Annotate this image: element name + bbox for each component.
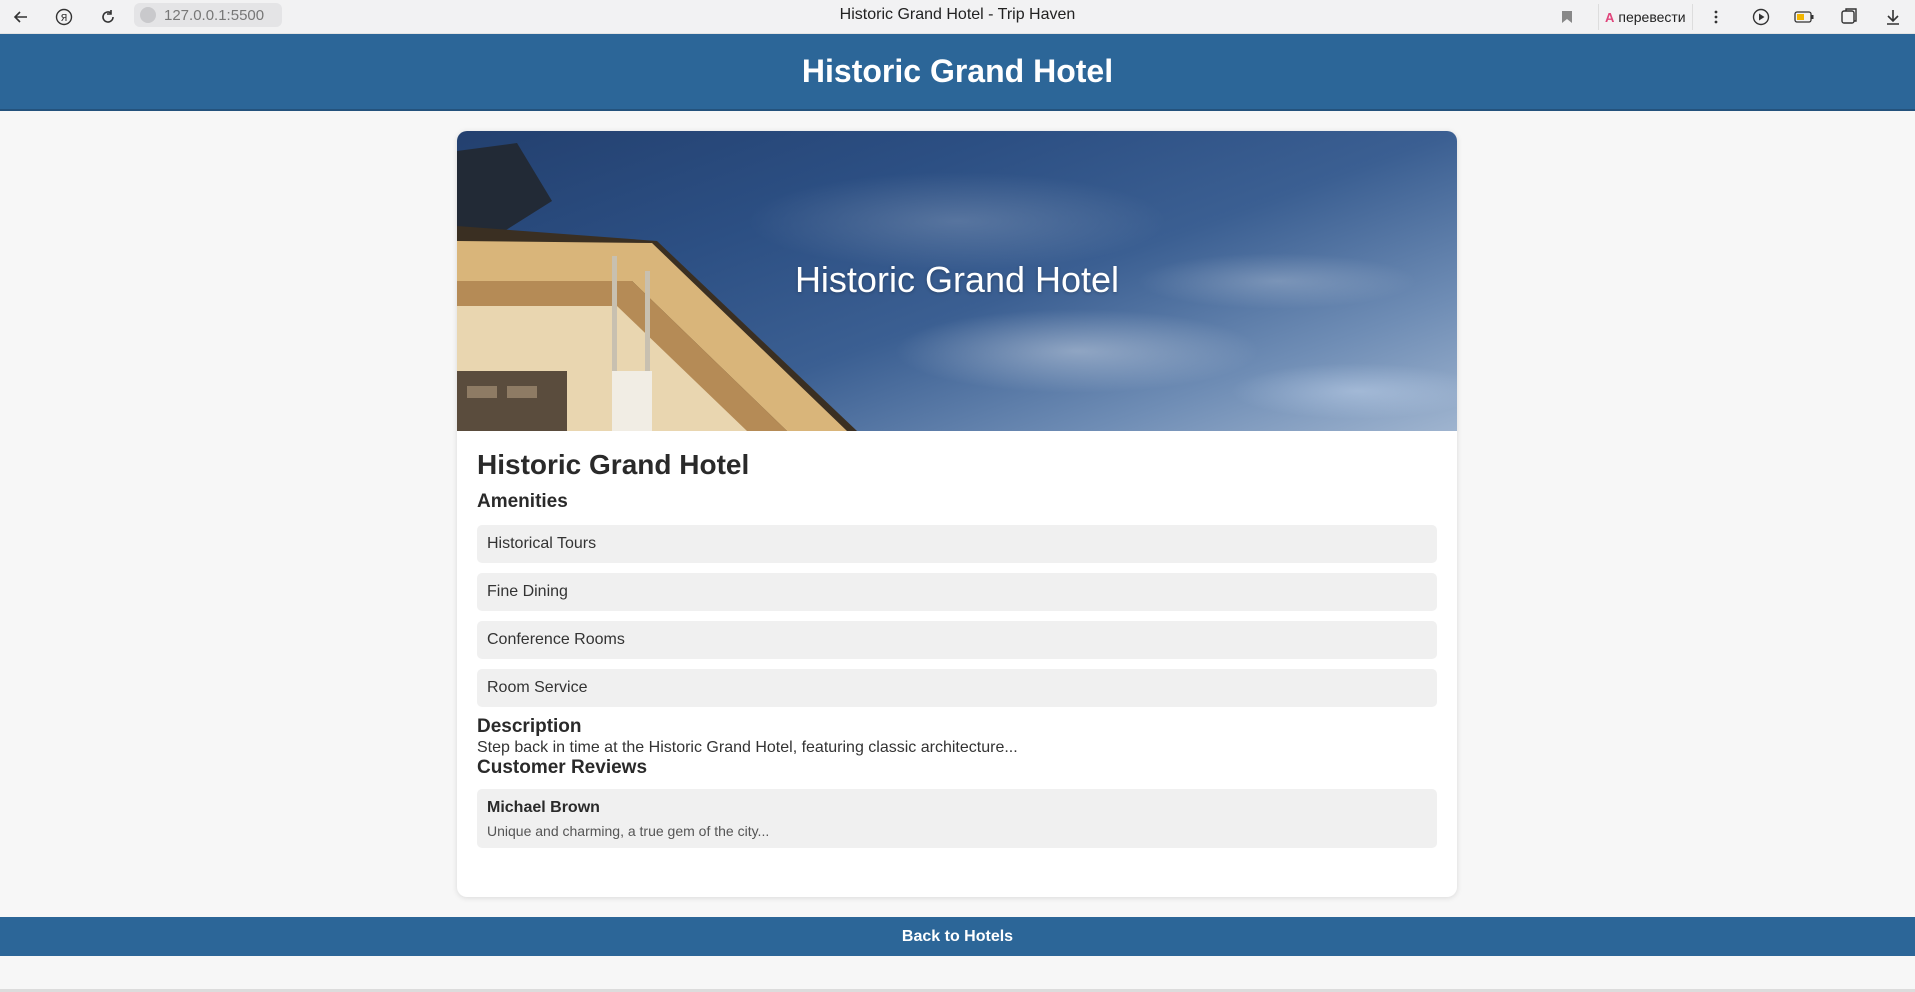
collections-icon[interactable] xyxy=(1836,4,1862,30)
site-header: Historic Grand Hotel xyxy=(0,34,1915,111)
hero-title: Historic Grand Hotel xyxy=(794,259,1120,300)
reload-icon[interactable] xyxy=(95,4,121,30)
amenity-item: Historical Tours xyxy=(477,525,1437,563)
svg-text:Я: Я xyxy=(61,13,68,24)
yandex-icon[interactable]: Я xyxy=(51,4,77,30)
translate-button[interactable]: A перевести xyxy=(1598,4,1693,30)
media-play-icon[interactable] xyxy=(1748,4,1774,30)
url-text: 127.0.0.1:5500 xyxy=(164,6,265,24)
amenities-list: Historical Tours Fine Dining Conference … xyxy=(477,525,1437,707)
address-bar[interactable]: 127.0.0.1:5500 xyxy=(134,3,282,27)
download-icon[interactable] xyxy=(1880,4,1906,30)
translate-icon: A xyxy=(1605,9,1615,25)
amenity-item: Fine Dining xyxy=(477,573,1437,611)
browser-toolbar: Я 127.0.0.1:5500 Historic Grand Hotel - … xyxy=(0,0,1915,34)
hotel-detail-card: Historic Grand Hotel Historic Grand Hote… xyxy=(457,131,1457,897)
site-info-icon[interactable] xyxy=(140,7,156,23)
more-menu-icon[interactable] xyxy=(1703,4,1729,30)
amenities-heading: Amenities xyxy=(477,491,568,512)
hotel-name: Historic Grand Hotel xyxy=(477,449,750,480)
amenity-item: Conference Rooms xyxy=(477,621,1437,659)
back-to-hotels-button[interactable]: Back to Hotels xyxy=(0,917,1915,956)
bookmark-icon[interactable] xyxy=(1554,4,1580,30)
back-arrow-icon[interactable] xyxy=(8,4,34,30)
battery-saver-icon[interactable] xyxy=(1791,4,1817,30)
hotel-hero-image: Historic Grand Hotel xyxy=(457,131,1457,431)
description-text: Step back in time at the Historic Grand … xyxy=(477,739,1018,756)
hotel-content: Historic Grand Hotel Amenities Historica… xyxy=(457,431,1457,848)
reviews-heading: Customer Reviews xyxy=(477,757,648,778)
amenity-item: Room Service xyxy=(477,669,1437,707)
review-text: Unique and charming, a true gem of the c… xyxy=(487,823,770,839)
review-card: Michael Brown Unique and charming, a tru… xyxy=(477,789,1437,848)
page-title: Historic Grand Hotel xyxy=(801,53,1114,89)
review-author: Michael Brown xyxy=(487,799,600,816)
description-heading: Description xyxy=(477,716,582,737)
translate-label: перевести xyxy=(1618,9,1686,25)
